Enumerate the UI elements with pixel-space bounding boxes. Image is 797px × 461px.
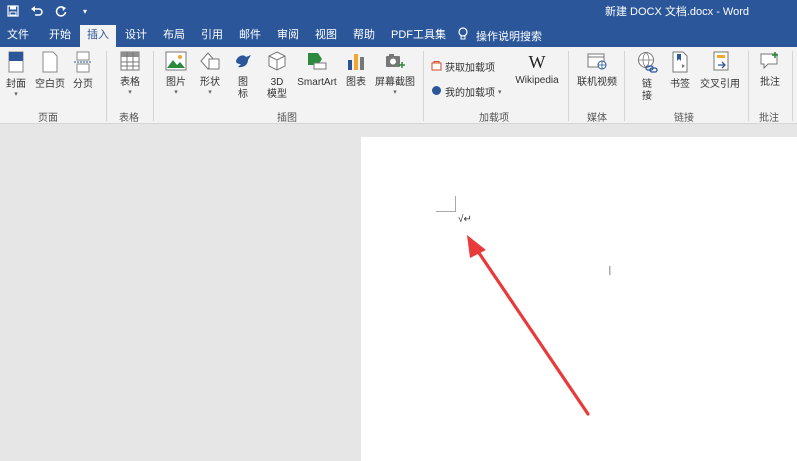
store-icon xyxy=(431,60,442,74)
globe-link-icon xyxy=(635,51,659,77)
inserted-checkmark: √↵ xyxy=(458,214,472,225)
chevron-down-icon: ▾ xyxy=(208,89,212,96)
tab-design[interactable]: 设计 xyxy=(118,26,154,47)
tab-home[interactable]: 开始 xyxy=(42,26,78,47)
shapes-icon xyxy=(197,51,223,75)
video-icon xyxy=(576,51,618,75)
tab-help[interactable]: 帮助 xyxy=(346,26,382,47)
link-button[interactable]: 链 接 xyxy=(635,51,659,103)
margin-corner-mark xyxy=(455,196,456,212)
qat-customize-icon[interactable]: ▾ xyxy=(78,4,92,18)
table-icon xyxy=(117,51,143,75)
tell-me-label: 操作说明搜索 xyxy=(476,30,542,43)
bookmark-icon xyxy=(668,51,692,77)
wikipedia-icon: W xyxy=(528,52,546,72)
title-bar: ▾ 新建 DOCX 文档.docx - Word xyxy=(0,0,797,22)
my-addins-button[interactable]: 我的加载项 ▾ xyxy=(431,84,502,99)
group-label-links: 链接 xyxy=(674,113,694,124)
tab-view[interactable]: 视图 xyxy=(308,26,344,47)
group-label-media: 媒体 xyxy=(587,113,607,124)
online-video-button[interactable]: 联机视频 xyxy=(576,51,618,89)
tab-review[interactable]: 审阅 xyxy=(270,26,306,47)
cover-page-button[interactable]: 封面 ▾ xyxy=(5,51,27,99)
group-label-comments: 批注 xyxy=(759,113,779,124)
chevron-down-icon: ▾ xyxy=(174,89,178,96)
3d-models-button[interactable]: 3D 模型 xyxy=(264,51,290,101)
pictures-button[interactable]: 图片 ▾ xyxy=(163,51,189,97)
blank-page-button[interactable]: 空白页 xyxy=(34,51,66,91)
tab-references[interactable]: 引用 xyxy=(194,26,230,47)
group-separator xyxy=(568,51,569,121)
bird-icon xyxy=(232,51,254,75)
group-label-illustrations: 插图 xyxy=(277,113,297,124)
smartart-icon xyxy=(295,51,339,75)
lightbulb-icon xyxy=(458,27,468,44)
cube-icon xyxy=(264,51,290,75)
chevron-down-icon: ▾ xyxy=(128,89,132,96)
undo-icon[interactable] xyxy=(30,4,44,18)
screenshot-button[interactable]: 屏幕截图 ▾ xyxy=(373,51,417,97)
tell-me-search[interactable]: 操作说明搜索 xyxy=(458,27,542,44)
chevron-down-icon: ▾ xyxy=(14,91,18,98)
tab-mailings[interactable]: 邮件 xyxy=(232,26,268,47)
cover-page-icon xyxy=(5,51,27,77)
page-break-button[interactable]: 分页 xyxy=(71,51,95,91)
group-label-pages: 页面 xyxy=(38,113,58,124)
ribbon-tab-bar: 文件 开始 插入 设计 布局 引用 邮件 审阅 视图 帮助 PDF工具集 操作说… xyxy=(0,22,797,47)
group-label-addins: 加载项 xyxy=(479,113,509,124)
redo-icon[interactable] xyxy=(54,4,68,18)
group-separator xyxy=(624,51,625,121)
camera-icon xyxy=(373,51,417,75)
bar-chart-icon xyxy=(344,51,368,75)
cross-reference-icon xyxy=(698,51,742,77)
wikipedia-button[interactable]: W Wikipedia xyxy=(512,51,562,87)
group-separator xyxy=(792,51,793,121)
page-break-icon xyxy=(71,51,95,77)
text-cursor-icon: I xyxy=(608,263,612,278)
table-button[interactable]: 表格 ▾ xyxy=(117,51,143,97)
tab-insert[interactable]: 插入 xyxy=(80,25,116,47)
save-icon[interactable] xyxy=(6,4,20,18)
bookmark-button[interactable]: 书签 xyxy=(668,51,692,91)
group-label-tables: 表格 xyxy=(119,113,139,124)
shapes-button[interactable]: 形状 ▾ xyxy=(197,51,223,97)
picture-icon xyxy=(163,51,189,75)
margin-corner-mark xyxy=(436,211,456,212)
chart-button[interactable]: 图表 xyxy=(344,51,368,89)
get-addins-button[interactable]: 获取加载项 xyxy=(431,59,495,74)
group-separator xyxy=(106,51,107,121)
smartart-button[interactable]: SmartArt xyxy=(295,51,339,89)
chevron-down-icon: ▾ xyxy=(498,88,502,96)
addin-icon xyxy=(431,85,442,99)
group-separator xyxy=(423,51,424,121)
icons-button[interactable]: 图 标 xyxy=(232,51,254,101)
new-comment-button[interactable]: 批注 xyxy=(756,51,784,89)
tab-pdf-tools[interactable]: PDF工具集 xyxy=(384,26,453,47)
document-page[interactable] xyxy=(361,137,797,461)
group-separator xyxy=(748,51,749,121)
blank-page-icon xyxy=(34,51,66,77)
tab-layout[interactable]: 布局 xyxy=(156,26,192,47)
group-separator xyxy=(153,51,154,121)
comment-icon xyxy=(756,51,784,75)
ribbon-insert: 封面 ▾ 空白页 分页 页面 表格 ▾ 表格 图片 ▾ 形状 ▾ 图 标 3D … xyxy=(0,47,797,124)
quick-access-toolbar: ▾ xyxy=(6,2,92,20)
tab-file[interactable]: 文件 xyxy=(0,26,36,47)
chevron-down-icon: ▾ xyxy=(393,89,397,96)
window-title: 新建 DOCX 文档.docx - Word xyxy=(604,6,749,18)
cross-reference-button[interactable]: 交叉引用 xyxy=(698,51,742,91)
